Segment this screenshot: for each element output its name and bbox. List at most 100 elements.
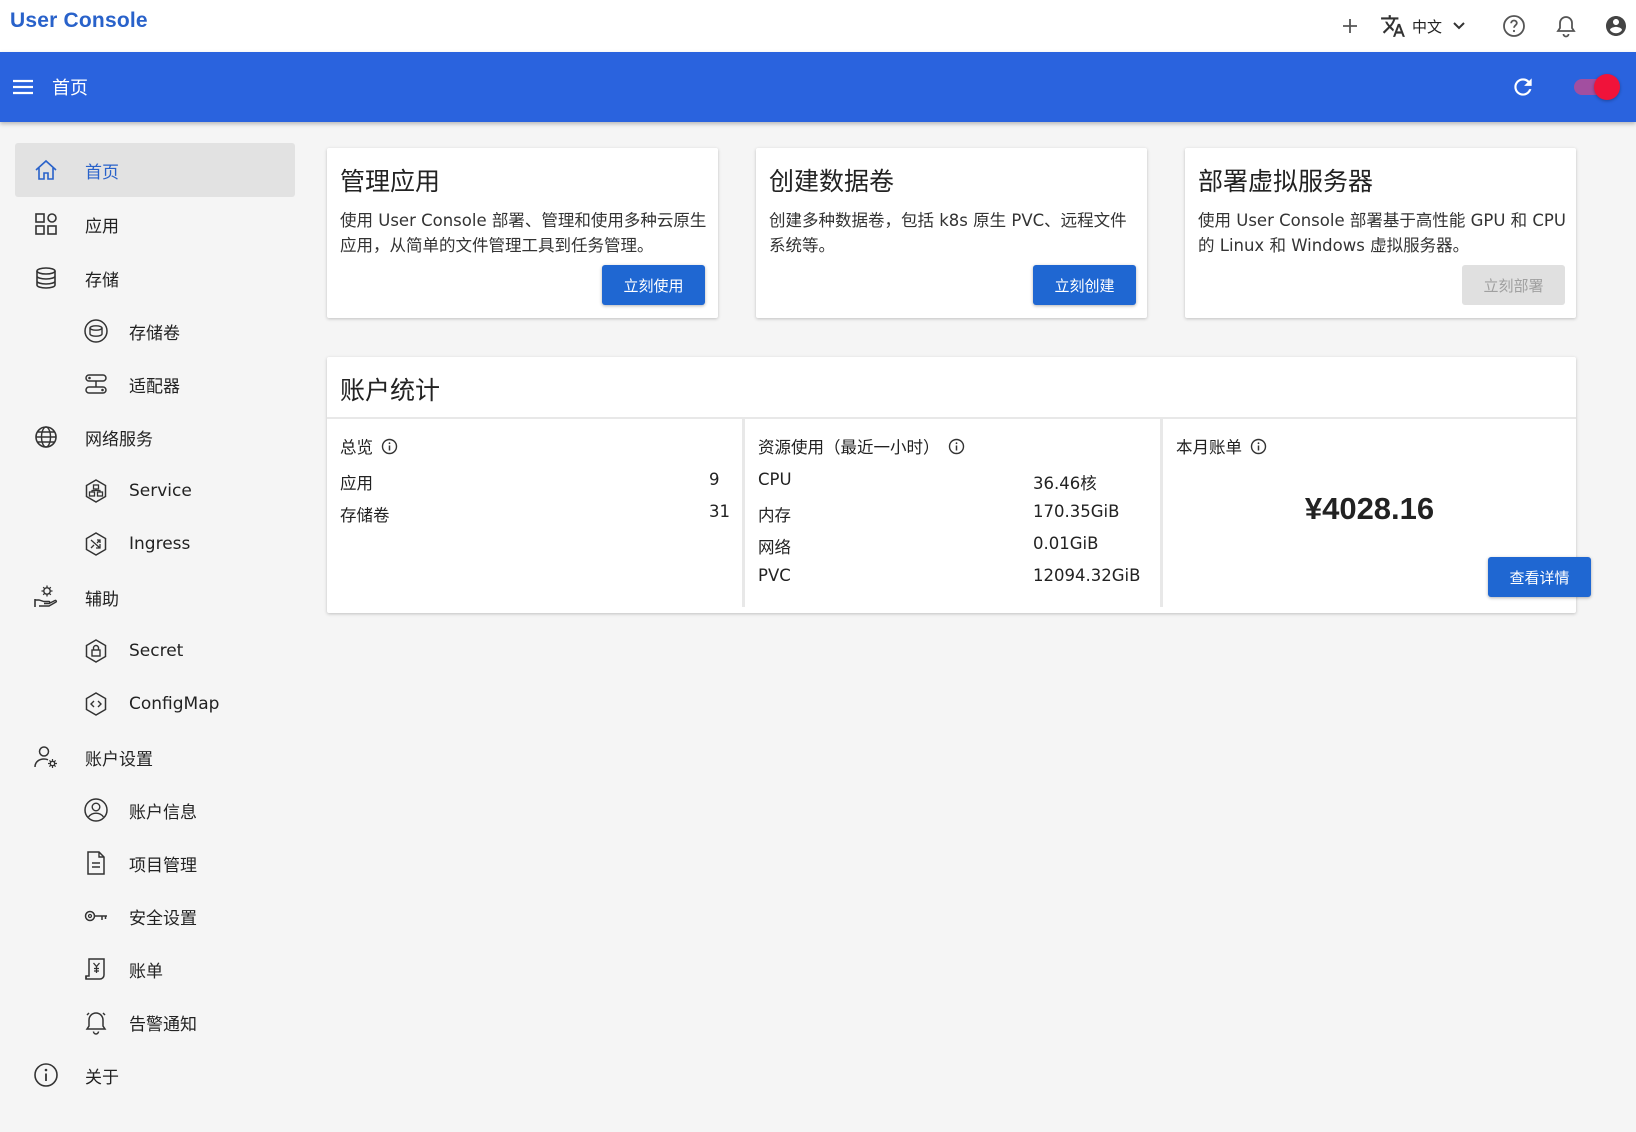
sidebar-item-projects[interactable]: 项目管理 — [15, 836, 295, 890]
sidebar-item-adapters[interactable]: 适配器 — [15, 357, 295, 411]
bill-heading: 本月账单 — [1176, 434, 1267, 458]
card-deploy-vm: 部署虚拟服务器 使用 User Console 部署基于高性能 GPU 和 CP… — [1185, 148, 1576, 318]
card-title: 部署虚拟服务器 — [1198, 167, 1374, 196]
language-selector[interactable]: 中文 — [1380, 8, 1472, 44]
help-button[interactable] — [1498, 8, 1530, 44]
overview-apps-label: 应用 — [340, 474, 373, 493]
bill-column: 本月账单 ¥4028.16 查看详情 — [1163, 419, 1591, 607]
sidebar-item-label: 告警通知 — [129, 1014, 197, 1035]
sidebar-item-account-settings[interactable]: 账户设置 — [15, 730, 295, 784]
sidebar-item-network[interactable]: 网络服务 — [15, 410, 295, 464]
overview-volumes-label: 存储卷 — [340, 506, 390, 525]
sidebar-item-label: 账户信息 — [129, 802, 197, 823]
resource-cpu-value: 36.46核 — [1033, 474, 1097, 493]
resource-pvc-value: 12094.32GiB — [1033, 566, 1141, 585]
refresh-button[interactable] — [1510, 74, 1536, 100]
account-stats-card: 账户统计 总览 应用 9 存储卷 31 资源使用（最近一小时） CPU 36.4… — [327, 357, 1591, 613]
account-button[interactable] — [1600, 8, 1632, 44]
resource-cpu-label: CPU — [758, 470, 792, 489]
sidebar-item-label: Service — [129, 481, 192, 501]
resources-heading-text: 资源使用（最近一小时） — [758, 438, 940, 457]
resource-network-label: 网络 — [758, 538, 791, 557]
info-icon[interactable] — [948, 438, 965, 455]
card-title: 创建数据卷 — [769, 167, 895, 196]
app-brand[interactable]: User Console — [10, 9, 148, 33]
volume-icon — [84, 319, 108, 343]
sidebar-item-apps[interactable]: 应用 — [15, 197, 295, 251]
sidebar-item-storage[interactable]: 存储 — [15, 251, 295, 305]
deploy-now-button[interactable]: 立刻部署 — [1462, 265, 1565, 305]
help-icon — [1503, 15, 1525, 37]
sidebar-item-label: 辅助 — [85, 589, 119, 610]
info-icon[interactable] — [1250, 438, 1267, 455]
page-title: 首页 — [52, 78, 88, 99]
user-gear-icon — [34, 746, 57, 768]
sidebar-item-security[interactable]: 安全设置 — [15, 889, 295, 943]
info-icon — [34, 1063, 58, 1087]
sidebar-item-about[interactable]: 关于 — [15, 1048, 295, 1102]
sidebar: 首页 应用 存储 存储卷 适配器 网络服务 Service Ingress 辅助… — [0, 122, 310, 1132]
sidebar-item-label: 账户设置 — [85, 749, 153, 770]
card-manage-apps: 管理应用 使用 User Console 部署、管理和使用多种云原生应用，从简单… — [327, 148, 718, 318]
translate-icon — [1381, 15, 1405, 37]
sidebar-item-service[interactable]: Service — [15, 464, 295, 518]
bill-heading-text: 本月账单 — [1176, 438, 1242, 457]
card-title: 管理应用 — [340, 167, 441, 196]
add-button[interactable] — [1334, 8, 1366, 44]
sidebar-item-bills[interactable]: 账单 — [15, 942, 295, 996]
sidebar-item-label: 网络服务 — [85, 429, 153, 450]
plus-icon — [1343, 19, 1357, 33]
overview-volumes-value: 31 — [709, 502, 730, 521]
bill-amount: ¥4028.16 — [1304, 491, 1435, 526]
overview-apps-value: 9 — [709, 470, 720, 489]
sidebar-item-ingress[interactable]: Ingress — [15, 517, 295, 571]
bell-icon — [1556, 16, 1576, 38]
ingress-icon — [85, 532, 107, 556]
sidebar-item-label: 关于 — [85, 1067, 119, 1088]
sidebar-item-configmap[interactable]: ConfigMap — [15, 677, 295, 731]
key-icon — [84, 910, 107, 922]
notifications-button[interactable] — [1550, 8, 1582, 44]
service-icon — [85, 479, 107, 503]
menu-icon — [13, 79, 33, 95]
menu-button[interactable] — [10, 74, 36, 100]
resources-column: 资源使用（最近一小时） CPU 36.46核 内存 170.35GiB 网络 0… — [745, 419, 1160, 607]
sidebar-item-label: 应用 — [85, 216, 119, 237]
account-circle-icon — [1606, 16, 1626, 36]
sidebar-item-home[interactable]: 首页 — [15, 143, 295, 197]
sidebar-item-secret[interactable]: Secret — [15, 624, 295, 678]
create-now-button[interactable]: 立刻创建 — [1033, 265, 1136, 305]
card-description: 创建多种数据卷，包括 k8s 原生 PVC、远程文件系统等。 — [769, 211, 1127, 255]
use-now-button[interactable]: 立刻使用 — [602, 265, 705, 305]
chevron-down-icon — [1453, 22, 1465, 30]
language-label: 中文 — [1412, 17, 1443, 36]
sidebar-item-label: ConfigMap — [129, 694, 220, 714]
sidebar-item-volumes[interactable]: 存储卷 — [15, 304, 295, 358]
database-icon — [36, 267, 56, 289]
view-details-button[interactable]: 查看详情 — [1488, 557, 1591, 597]
bill-icon — [85, 958, 105, 980]
resource-network-value: 0.01GiB — [1033, 534, 1099, 553]
sidebar-item-label: 项目管理 — [129, 855, 197, 876]
globe-icon — [35, 426, 57, 448]
overview-heading-text: 总览 — [340, 438, 373, 457]
info-icon[interactable] — [381, 438, 398, 455]
page-header-bar: 首页 — [0, 52, 1636, 122]
sidebar-item-label: 存储卷 — [129, 323, 180, 344]
account-circle-icon — [84, 798, 108, 822]
card-description: 使用 User Console 部署基于高性能 GPU 和 CPU 的 Linu… — [1198, 211, 1566, 255]
resource-memory-label: 内存 — [758, 506, 791, 525]
top-bar: User Console 中文 — [0, 0, 1636, 52]
resources-heading: 资源使用（最近一小时） — [758, 434, 965, 458]
alarm-icon — [85, 1012, 107, 1035]
toggle-knob — [1594, 74, 1620, 100]
sidebar-item-label: Ingress — [129, 534, 191, 554]
sidebar-item-helpers[interactable]: 辅助 — [15, 570, 295, 624]
sidebar-item-account-info[interactable]: 账户信息 — [15, 783, 295, 837]
sidebar-item-label: 存储 — [85, 270, 119, 291]
sidebar-item-alerts[interactable]: 告警通知 — [15, 995, 295, 1049]
helper-icon — [34, 585, 58, 607]
theme-toggle[interactable] — [1572, 74, 1620, 100]
overview-heading: 总览 — [340, 434, 398, 458]
document-icon — [87, 851, 105, 875]
